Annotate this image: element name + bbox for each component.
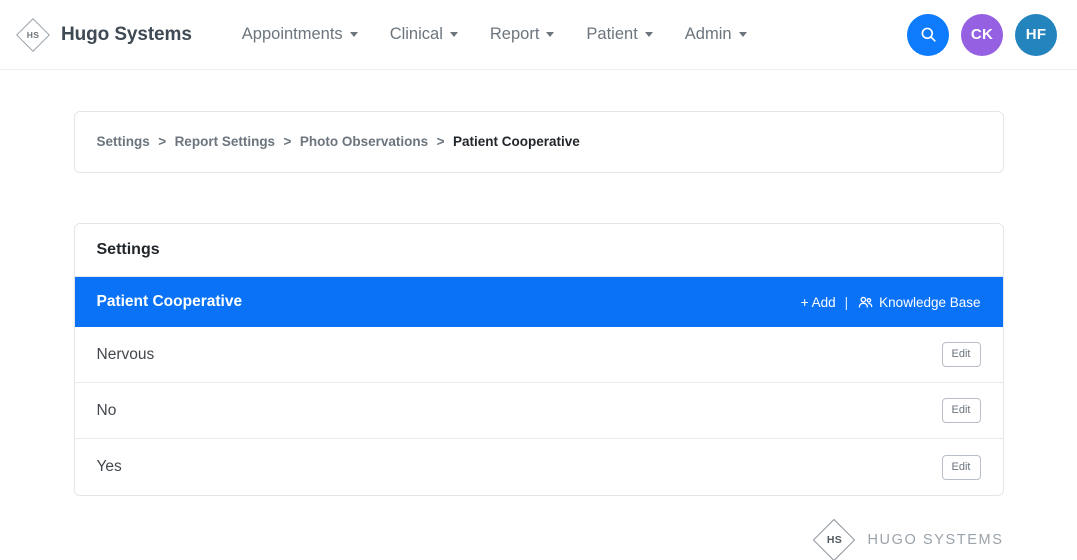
add-button[interactable]: + Add: [801, 295, 836, 310]
breadcrumb-item-settings[interactable]: Settings: [97, 134, 150, 149]
users-icon: [858, 296, 873, 308]
nav-label: Clinical: [389, 25, 443, 43]
settings-card-title: Settings: [74, 224, 1003, 277]
main-nav: Appointments Clinical Report Patient Adm…: [226, 19, 763, 50]
chevron-down-icon: [644, 32, 653, 37]
nav-item-report[interactable]: Report: [474, 19, 571, 50]
nav-item-clinical[interactable]: Clinical: [374, 19, 474, 50]
breadcrumb-item-photo-observations[interactable]: Photo Observations: [300, 134, 428, 149]
avatar-hf[interactable]: HF: [1015, 13, 1057, 56]
table-row: No Edit: [74, 383, 1003, 439]
breadcrumb-separator: >: [436, 134, 445, 149]
search-icon: [921, 27, 936, 42]
breadcrumb-separator: >: [283, 134, 292, 149]
chevron-down-icon: [546, 32, 555, 37]
section-header-patient-cooperative: Patient Cooperative + Add | Knowledge Ba…: [74, 277, 1003, 327]
chevron-down-icon: [449, 32, 458, 37]
row-label-no: No: [96, 401, 117, 419]
edit-button-nervous[interactable]: Edit: [941, 342, 981, 367]
navbar-actions: CK HF: [907, 13, 1057, 56]
settings-card: Settings Patient Cooperative + Add | Kno…: [73, 223, 1004, 496]
section-title: Patient Cooperative: [96, 293, 243, 310]
brand-logo-link[interactable]: HS Hugo Systems: [14, 16, 192, 54]
nav-label: Patient: [586, 25, 638, 43]
nav-item-admin[interactable]: Admin: [669, 19, 763, 50]
chevron-down-icon: [738, 32, 747, 37]
chevron-down-icon: [349, 32, 358, 37]
nav-item-patient[interactable]: Patient: [570, 19, 668, 50]
table-row: Yes Edit: [75, 439, 1003, 495]
nav-label: Appointments: [241, 25, 343, 43]
section-actions: + Add | Knowledge Base: [801, 294, 981, 311]
edit-button-no[interactable]: Edit: [941, 398, 981, 423]
footer: HS HUGO SYSTEMS: [74, 518, 1004, 560]
top-navbar: HS Hugo Systems Appointments Clinical Re…: [0, 0, 1077, 70]
footer-brand-name: HUGO SYSTEMS: [867, 532, 1004, 548]
actions-divider: |: [844, 294, 849, 310]
nav-label: Admin: [684, 25, 732, 43]
footer-logo-initials: HS: [826, 534, 843, 546]
table-row: Nervous Edit: [74, 327, 1003, 383]
search-button[interactable]: [907, 13, 949, 56]
breadcrumb-item-current: Patient Cooperative: [452, 134, 580, 149]
avatar-ck[interactable]: CK: [961, 13, 1003, 56]
brand-name: Hugo Systems: [61, 23, 192, 45]
knowledge-base-label: Knowledge Base: [879, 294, 981, 310]
footer-diamond-icon: HS: [812, 518, 856, 560]
page-content: Settings > Report Settings > Photo Obser…: [0, 111, 1077, 560]
logo-initials: HS: [26, 29, 40, 40]
breadcrumb-separator: >: [158, 134, 167, 149]
hugo-systems-diamond-icon: HS: [14, 16, 52, 54]
nav-label: Report: [489, 25, 540, 43]
row-label-yes: Yes: [96, 458, 122, 475]
breadcrumb-item-report-settings[interactable]: Report Settings: [175, 134, 276, 149]
edit-button-yes[interactable]: Edit: [941, 454, 981, 480]
row-label-nervous: Nervous: [96, 345, 155, 363]
breadcrumb-card: Settings > Report Settings > Photo Obser…: [73, 111, 1004, 173]
nav-item-appointments[interactable]: Appointments: [226, 19, 374, 50]
knowledge-base-button[interactable]: Knowledge Base: [857, 294, 981, 311]
